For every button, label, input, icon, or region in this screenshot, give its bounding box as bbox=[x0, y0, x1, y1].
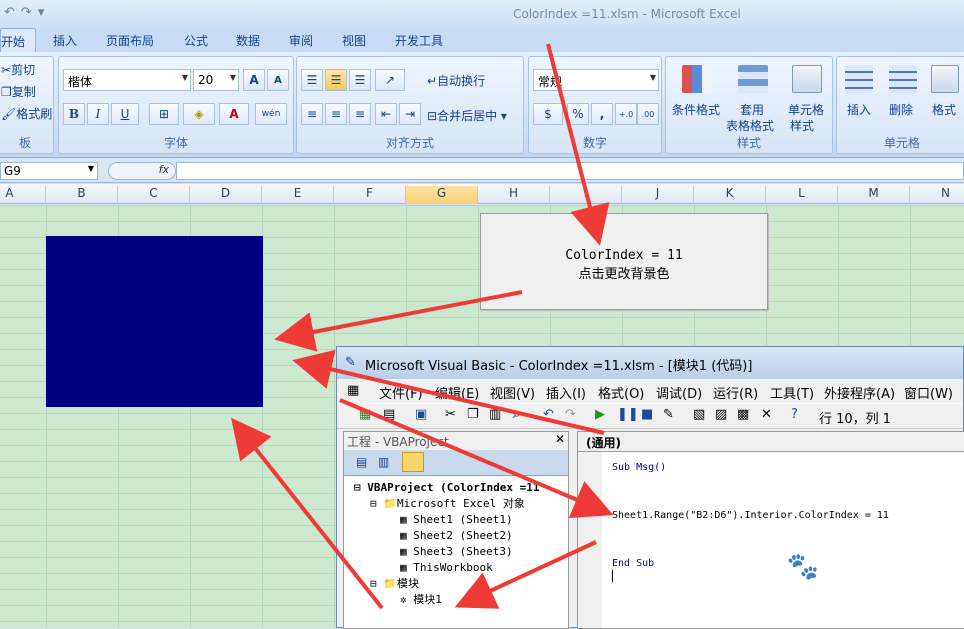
arrow-code-to-range bbox=[292, 349, 605, 435]
arrow-code-to-module bbox=[454, 540, 597, 609]
arrow-module-to-range bbox=[231, 417, 384, 610]
arrow-excel-icon-to-code bbox=[339, 398, 614, 519]
arrow-button-to-range bbox=[274, 290, 523, 352]
arrow-title-to-button bbox=[546, 43, 610, 246]
annotation-arrows bbox=[231, 43, 614, 610]
